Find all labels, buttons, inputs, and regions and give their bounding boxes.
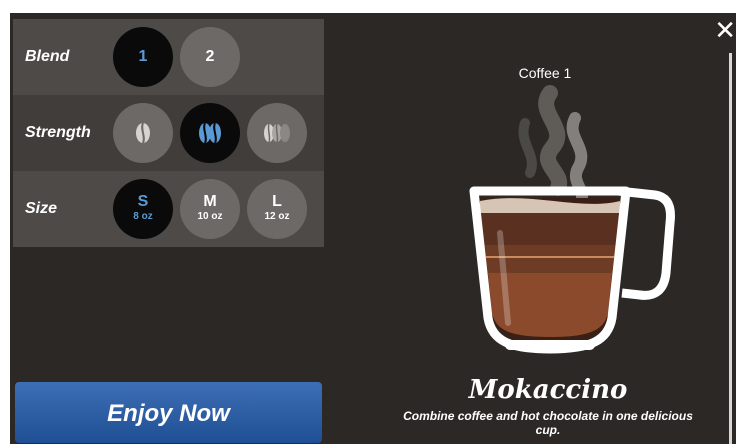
blend-label: Blend (25, 48, 70, 65)
mild-bean-icon (136, 122, 150, 144)
blend-option-1-label: 1 (138, 48, 148, 65)
size-label: Size (25, 200, 58, 217)
mokaccino-cup-image (469, 85, 675, 354)
strength-option-strong[interactable] (247, 103, 307, 163)
size-option-small-letter: S (137, 193, 149, 210)
blend-option-1[interactable]: 1 (113, 27, 173, 87)
size-option-large-letter: L (272, 193, 282, 210)
machine-screen: Blend 1 2 Strength Size S 8 oz M 10 oz L… (10, 13, 736, 444)
size-option-small[interactable]: S 8 oz (113, 179, 173, 239)
drink-description: Combine coffee and hot chocolate in one … (403, 409, 693, 437)
medium-beans-icon (199, 122, 221, 144)
strength-label: Strength (25, 124, 91, 141)
strength-row: Strength (13, 95, 324, 171)
size-option-large[interactable]: L 12 oz (247, 179, 307, 239)
blend-option-2-label: 2 (205, 48, 215, 65)
size-option-medium-oz: 10 oz (197, 211, 223, 222)
size-option-small-oz: 8 oz (133, 211, 153, 222)
options-panel: Blend 1 2 Strength Size S 8 oz M 10 oz L… (13, 19, 324, 247)
enjoy-now-button[interactable]: Enjoy Now (15, 382, 322, 443)
size-option-large-oz: 12 oz (264, 211, 290, 222)
blend-option-2[interactable]: 2 (180, 27, 240, 87)
size-row: Size S 8 oz M 10 oz L 12 oz (13, 171, 324, 247)
close-icon[interactable]: ✕ (714, 17, 736, 43)
strength-option-mild[interactable] (113, 103, 173, 163)
blend-row: Blend 1 2 (13, 19, 324, 95)
strong-beans-icon (264, 123, 290, 143)
drink-name: Mokaccino (468, 375, 628, 405)
scrollbar[interactable] (729, 53, 732, 444)
size-option-medium-letter: M (203, 193, 217, 210)
strength-option-medium[interactable] (180, 103, 240, 163)
size-option-medium[interactable]: M 10 oz (180, 179, 240, 239)
